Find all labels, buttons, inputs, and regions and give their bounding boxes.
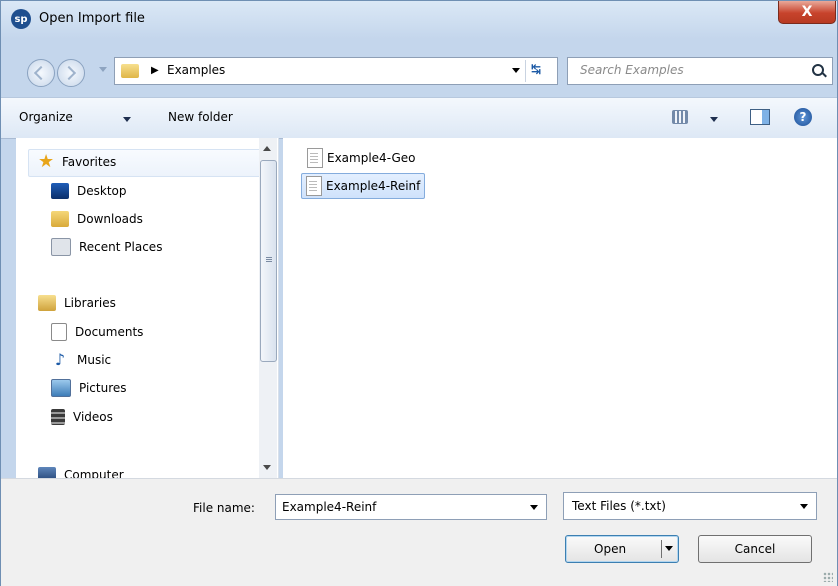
organize-button[interactable]: Organize (19, 110, 73, 124)
desktop-icon (51, 183, 69, 199)
forward-button[interactable] (57, 59, 85, 87)
file-type-value: Text Files (*.txt) (572, 499, 666, 513)
sidebar-item-downloads[interactable]: Downloads (51, 208, 143, 230)
cancel-label: Cancel (734, 542, 776, 556)
cancel-button[interactable]: Cancel (698, 535, 812, 563)
scroll-thumb[interactable] (260, 160, 277, 362)
folder-icon (121, 64, 139, 78)
text-file-icon (307, 148, 323, 168)
app-logo-icon: sp (11, 9, 31, 29)
sidebar-item-pictures[interactable]: Pictures (51, 377, 127, 399)
help-icon[interactable]: ? (794, 108, 812, 126)
open-label: Open (594, 542, 627, 556)
command-toolbar: Organize New folder ? (1, 97, 837, 139)
views-dropdown-icon[interactable] (710, 117, 718, 122)
file-name: Example4-Geo (327, 151, 416, 165)
sidebar-item-favorites[interactable]: ★ Favorites (38, 151, 116, 173)
scroll-down-icon[interactable] (263, 465, 271, 470)
navigation-scrollbar[interactable] (259, 138, 277, 478)
refresh-icon[interactable]: ↹ (531, 62, 541, 76)
text-file-icon (306, 176, 322, 196)
close-button[interactable]: X (778, 1, 836, 24)
sidebar-item-music[interactable]: ♪ Music (51, 349, 111, 371)
videos-icon (51, 409, 65, 425)
breadcrumb-examples[interactable]: Examples (167, 63, 225, 77)
file-item-example4-geo[interactable]: Example4-Geo (303, 146, 420, 170)
sidebar-item-computer[interactable]: Computer (38, 464, 124, 478)
address-separator (525, 60, 526, 82)
breadcrumb-arrow-icon[interactable]: ▶ (151, 65, 159, 76)
search-icon[interactable] (812, 64, 824, 76)
file-name-label: File name: (193, 501, 255, 515)
sidebar-item-documents[interactable]: Documents (51, 321, 143, 343)
sidebar-item-videos[interactable]: Videos (51, 406, 113, 428)
computer-label: Computer (64, 468, 124, 478)
music-note-icon: ♪ (54, 350, 66, 369)
downloads-label: Downloads (77, 212, 143, 226)
music-label: Music (77, 353, 112, 367)
file-name: Example4-Reinf (326, 179, 421, 193)
file-name-value: Example4-Reinf (282, 500, 377, 514)
open-button[interactable]: Open (565, 535, 679, 563)
computer-icon (38, 467, 56, 478)
sidebar-item-desktop[interactable]: Desktop (51, 180, 127, 202)
scroll-up-icon[interactable] (263, 146, 271, 151)
scroll-grip-icon (266, 257, 272, 263)
documents-label: Documents (75, 325, 144, 339)
open-file-dialog: sp Open Import file X ▶ Examples ↹ Searc… (0, 0, 838, 586)
resize-grip-icon[interactable] (823, 572, 833, 582)
star-icon: ★ (38, 151, 55, 172)
file-type-dropdown-icon[interactable] (800, 504, 808, 509)
sidebar-item-recent-places[interactable]: Recent Places (51, 236, 162, 258)
file-name-dropdown-icon[interactable] (530, 505, 538, 510)
search-input[interactable]: Search Examples (567, 57, 833, 85)
new-folder-button[interactable]: New folder (168, 110, 233, 124)
file-item-example4-reinf[interactable]: Example4-Reinf (301, 173, 426, 199)
file-name-input[interactable]: Example4-Reinf (275, 494, 547, 520)
back-button[interactable] (27, 59, 55, 87)
sidebar-item-libraries[interactable]: Libraries (38, 292, 116, 314)
recent-locations-dropdown[interactable] (99, 67, 107, 72)
dialog-footer: File name: Example4-Reinf Text Files (*.… (1, 478, 837, 586)
documents-icon (51, 323, 67, 341)
organize-label: Organize (19, 110, 73, 124)
downloads-folder-icon (51, 211, 69, 227)
recent-places-label: Recent Places (79, 240, 163, 254)
favorites-label: Favorites (62, 155, 117, 169)
address-dropdown-icon[interactable] (512, 68, 520, 73)
open-split-divider (661, 540, 662, 558)
pictures-label: Pictures (79, 381, 127, 395)
organize-dropdown-icon[interactable] (123, 117, 131, 122)
navigation-pane[interactable]: ★ Favorites Desktop Downloads Recent Pla… (16, 138, 279, 478)
videos-label: Videos (73, 410, 113, 424)
libraries-label: Libraries (64, 296, 116, 310)
file-type-select[interactable]: Text Files (*.txt) (563, 492, 817, 520)
desktop-label: Desktop (77, 184, 127, 198)
libraries-icon (38, 295, 56, 311)
title-bar[interactable]: sp Open Import file X (1, 1, 837, 39)
recent-places-icon (51, 238, 71, 256)
pictures-icon (51, 379, 71, 397)
window-title: Open Import file (39, 11, 145, 26)
address-bar[interactable]: ▶ Examples ↹ (114, 57, 558, 85)
views-icon[interactable] (672, 110, 688, 124)
open-dropdown-icon[interactable] (665, 546, 673, 551)
preview-pane-icon[interactable] (750, 109, 770, 125)
search-placeholder: Search Examples (580, 63, 684, 77)
file-list-pane[interactable]: Example4-Geo Example4-Reinf (283, 138, 837, 478)
